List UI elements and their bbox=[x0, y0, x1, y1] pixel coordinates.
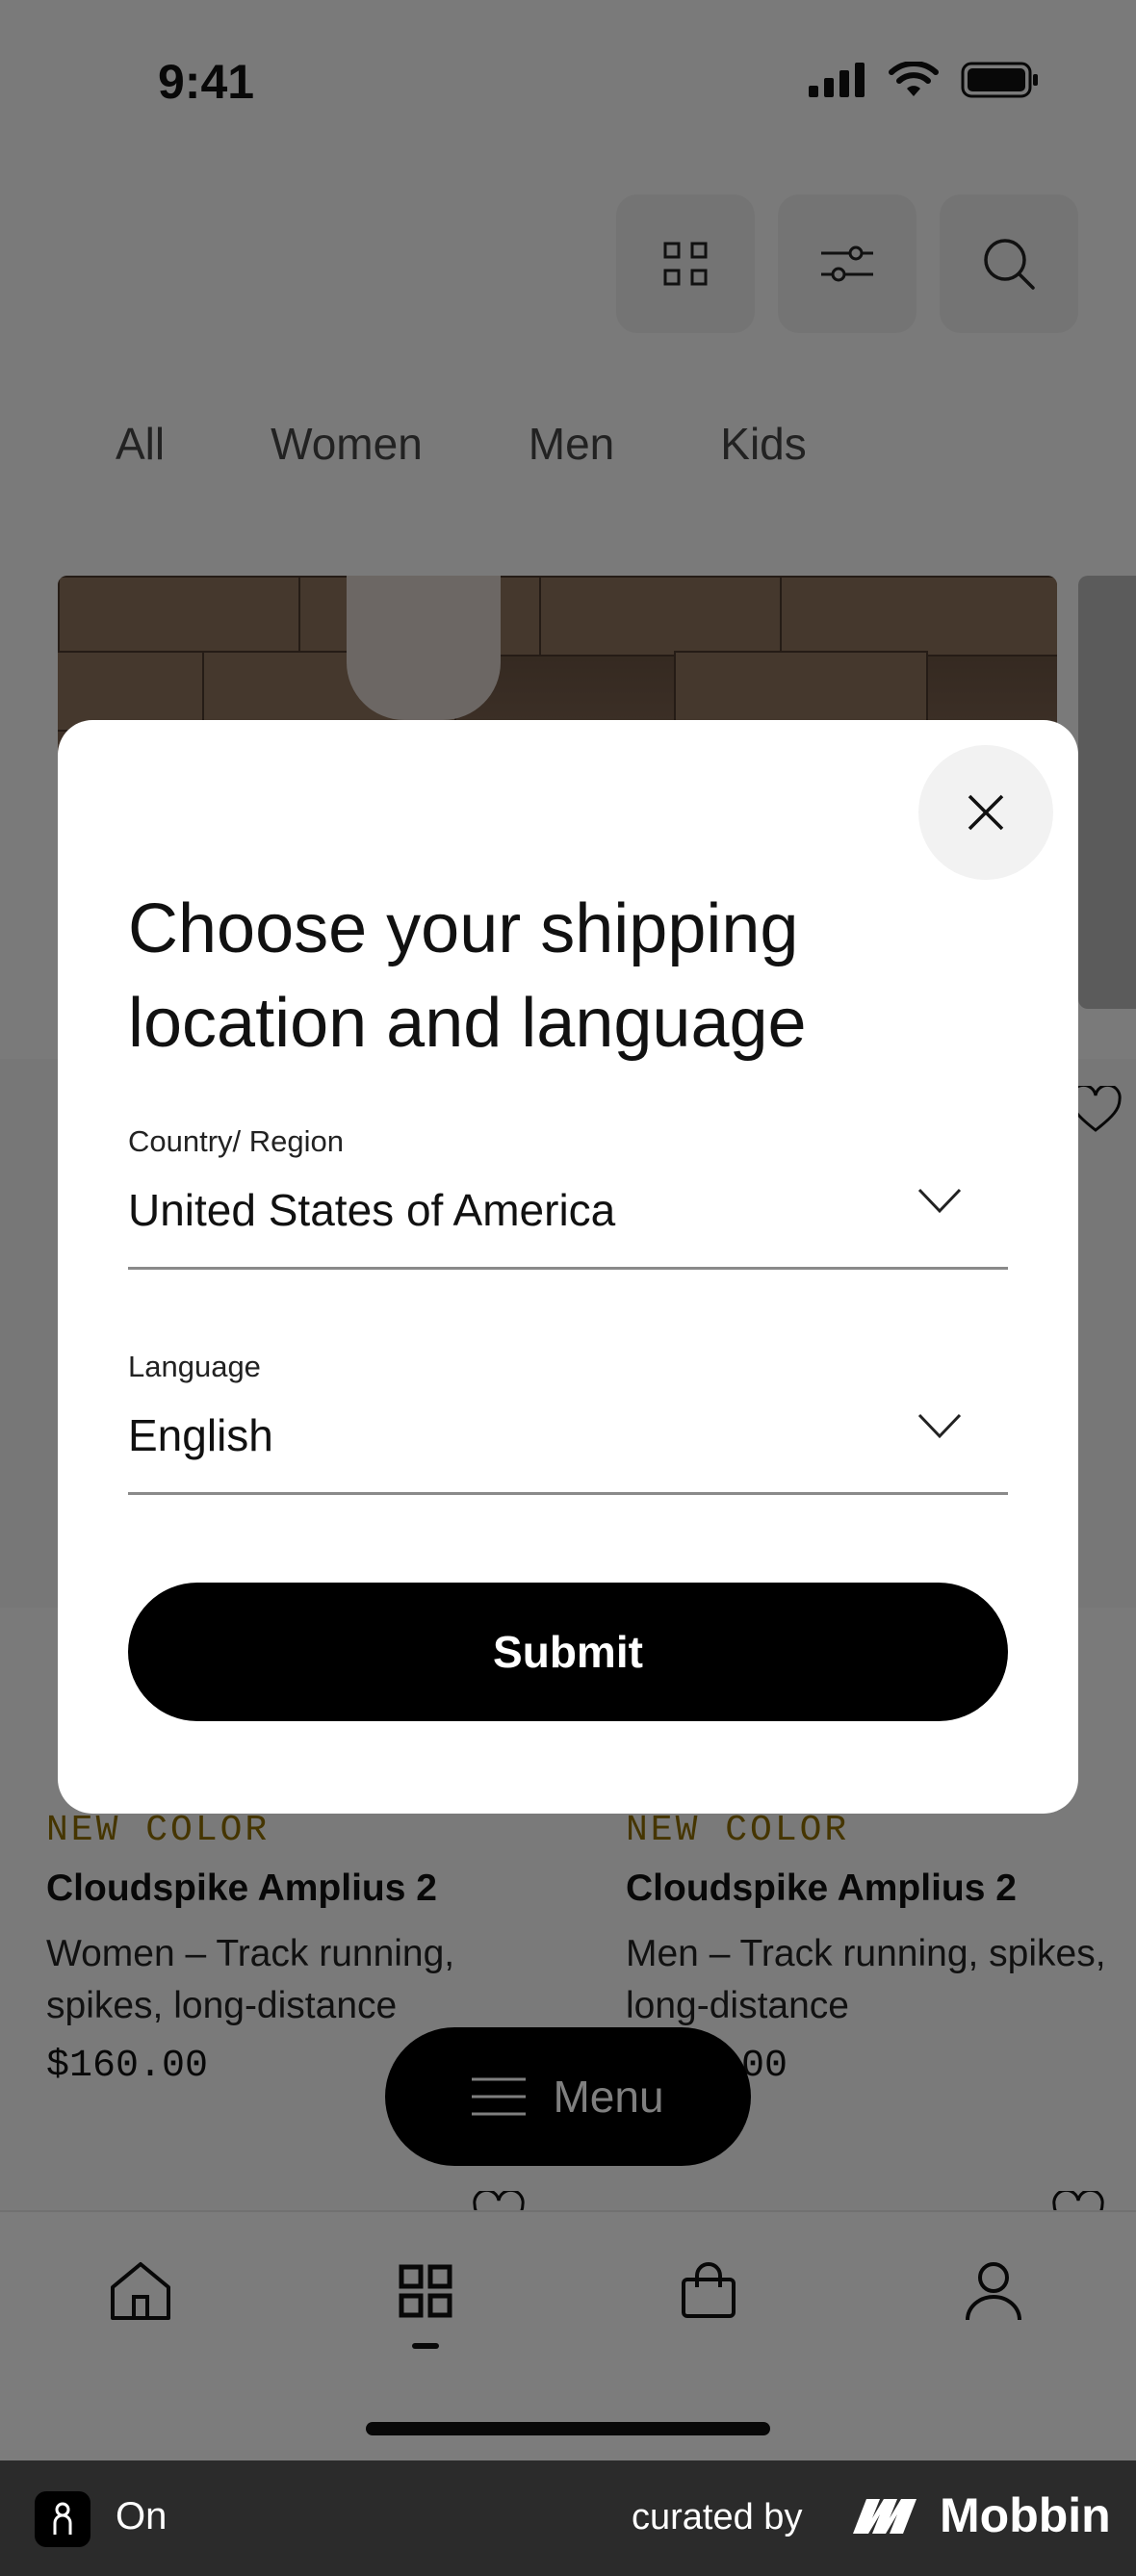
mobbin-logo-icon bbox=[853, 2499, 917, 2534]
language-label: Language bbox=[128, 1350, 261, 1383]
mobbin-wordmark: Mobbin bbox=[940, 2488, 1111, 2542]
country-underline bbox=[128, 1267, 1008, 1270]
app-logo-icon bbox=[35, 2491, 90, 2547]
curated-by-label: curated by bbox=[632, 2497, 803, 2537]
chevron-down-icon[interactable] bbox=[917, 1186, 963, 1215]
close-button[interactable] bbox=[918, 745, 1053, 880]
shop-page: 9:41 bbox=[0, 0, 1136, 2460]
modal-title: Choose your shipping location and langua… bbox=[128, 890, 807, 1062]
chevron-down-icon[interactable] bbox=[917, 1411, 963, 1440]
app-name: On bbox=[116, 2495, 168, 2537]
country-label: Country/ Region bbox=[128, 1124, 345, 1158]
language-underline bbox=[128, 1492, 1008, 1495]
country-select[interactable]: United States of America bbox=[128, 1184, 615, 1236]
shipping-location-modal: Choose your shipping location and langua… bbox=[58, 720, 1078, 1814]
submit-button[interactable]: Submit bbox=[128, 1583, 1008, 1721]
language-select[interactable]: English bbox=[128, 1409, 273, 1461]
close-icon bbox=[968, 794, 1004, 831]
